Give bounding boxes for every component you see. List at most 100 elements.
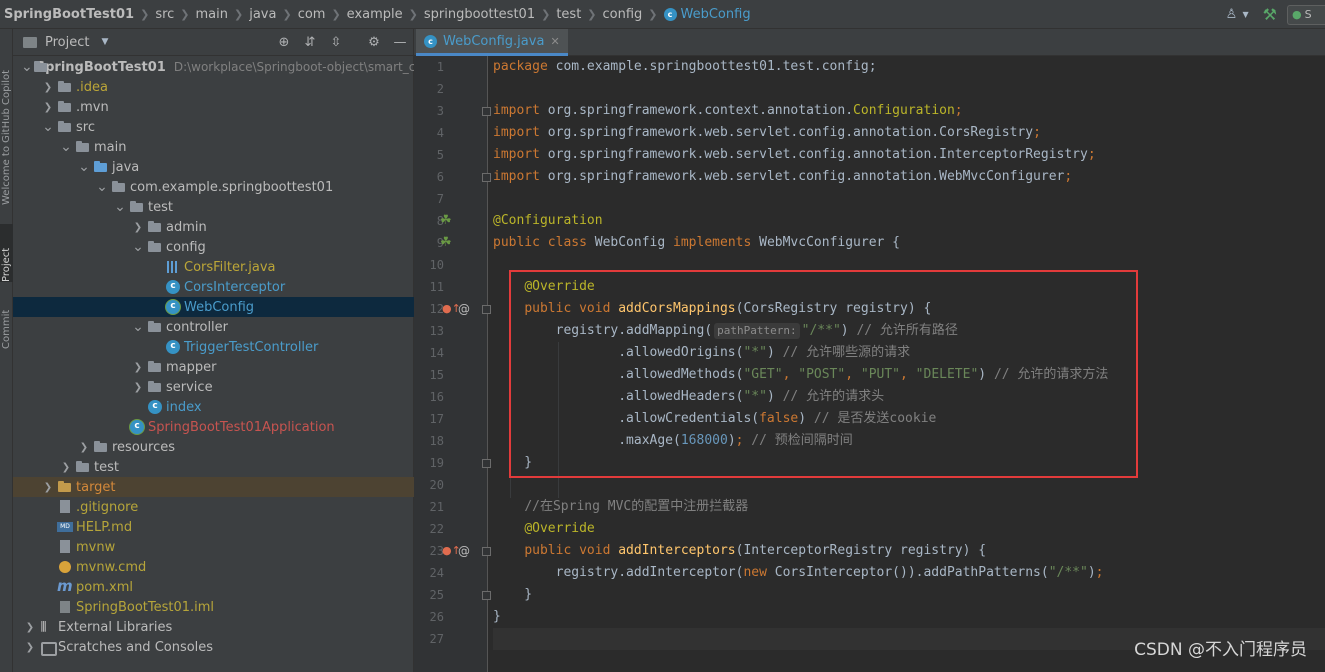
tree-item[interactable]: ❯ admin [13, 217, 414, 237]
run-configuration-select[interactable]: ● S [1287, 4, 1325, 25]
package-icon [129, 199, 145, 215]
code-token: package [493, 59, 556, 74]
chevron-right-icon[interactable]: ❯ [57, 462, 75, 473]
tree-item[interactable]: ⌄ controller [13, 317, 414, 337]
tree-item[interactable]: ❯ .mvn [13, 97, 414, 117]
chevron-down-icon[interactable]: ⌄ [57, 140, 75, 154]
breadcrumb-item[interactable]: main ❯ [196, 7, 250, 22]
tree-item[interactable]: ❯ .idea [13, 77, 414, 97]
fold-marker-icon[interactable] [482, 547, 491, 556]
project-panel-title[interactable]: Project [45, 35, 89, 50]
tree-item[interactable]: ❯WebConfig [13, 297, 414, 317]
code-line: import org.springframework.context.annot… [493, 100, 1325, 122]
locate-target-icon[interactable]: ⊕ [271, 35, 297, 50]
chevron-down-icon[interactable]: ⌄ [75, 160, 93, 174]
tree-item[interactable]: ❯ service [13, 377, 414, 397]
tree-item-label: .mvn [76, 99, 109, 115]
code-token: } [493, 587, 533, 602]
tree-item[interactable]: ⌄ config [13, 237, 414, 257]
fold-marker-icon[interactable] [482, 459, 491, 468]
tree-item[interactable]: ❯ External Libraries [13, 617, 414, 637]
file-icon [57, 499, 73, 515]
chevron-right-icon[interactable]: ❯ [21, 642, 39, 653]
chevron-right-icon[interactable]: ❯ [129, 382, 147, 393]
tree-item[interactable]: ❯mvnw.cmd [13, 557, 414, 577]
tree-item[interactable]: ❯ target [13, 477, 414, 497]
tree-item[interactable]: ⌄ com.example.springboottest01 [13, 177, 414, 197]
breadcrumb-item[interactable]: config ❯ [603, 7, 664, 22]
copilot-tool-button[interactable]: Welcome to GitHub Copilot [0, 37, 13, 205]
tree-item[interactable]: ❯ test [13, 457, 414, 477]
tree-item[interactable]: ❯.gitignore [13, 497, 414, 517]
gear-icon[interactable]: ⚙ [361, 35, 387, 50]
chevron-right-icon[interactable]: ❯ [75, 442, 93, 453]
tree-item[interactable]: ❯CorsInterceptor [13, 277, 414, 297]
breadcrumb-item[interactable]: src ❯ [155, 7, 195, 22]
annotation-icon[interactable]: @ [458, 298, 470, 320]
tree-item[interactable]: ⌄ main [13, 137, 414, 157]
breadcrumb-label: src [155, 6, 175, 22]
code-line: @Configuration [493, 210, 1325, 232]
fold-marker-icon[interactable] [482, 305, 491, 314]
code-token: ; [1095, 565, 1104, 580]
breadcrumb-item[interactable]: springboottest01 ❯ [424, 7, 556, 22]
tree-item[interactable]: ❯TriggerTestController [13, 337, 414, 357]
chevron-down-icon[interactable]: ▼ [101, 37, 108, 47]
tree-item[interactable]: ❯mvnw [13, 537, 414, 557]
commit-tool-button[interactable]: Commit [0, 297, 13, 349]
chevron-down-icon[interactable]: ⌄ [129, 240, 147, 254]
package-icon [147, 359, 163, 375]
chevron-right-icon[interactable]: ❯ [129, 222, 147, 233]
code-line: } [493, 584, 1325, 606]
breadcrumb-item[interactable]: example ❯ [347, 7, 424, 22]
tree-item[interactable]: ❯HELP.md [13, 517, 414, 537]
chevron-down-icon[interactable]: ▼ [1243, 10, 1249, 19]
breadcrumb-label: com [297, 6, 326, 22]
tab-webconfig[interactable]: c WebConfig.java ✕ [416, 29, 568, 56]
tree-item[interactable]: ⌄ java [13, 157, 414, 177]
tree-item[interactable]: ❯SpringBootTest01.iml [13, 597, 414, 617]
tree-item-label: service [166, 379, 213, 395]
chevron-right-icon[interactable]: ❯ [39, 82, 57, 93]
chevron-right-icon[interactable]: ❯ [21, 622, 39, 633]
tree-item[interactable]: ❯ Scratches and Consoles [13, 637, 414, 657]
build-hammer-icon[interactable]: ⚒ [1263, 5, 1277, 24]
fold-marker-icon[interactable] [482, 107, 491, 116]
tree-item[interactable]: ❯CorsFilter.java [13, 257, 414, 277]
chevron-down-icon[interactable]: ⌄ [39, 120, 57, 134]
breadcrumb-current-class[interactable]: c WebConfig [663, 7, 751, 22]
user-icon[interactable]: ♙ [1221, 7, 1243, 22]
breadcrumb-item[interactable]: test ❯ [556, 7, 602, 22]
tree-item-label: pom.xml [76, 579, 133, 595]
spring-bean-icon[interactable]: ☘ [440, 232, 452, 254]
breadcrumb-item[interactable]: com ❯ [298, 7, 347, 22]
breadcrumb-item[interactable]: SpringBootTest01 ❯ [4, 7, 155, 22]
fold-marker-icon[interactable] [482, 591, 491, 600]
close-icon[interactable]: ✕ [550, 35, 559, 48]
code-line: package com.example.springboottest01.tes… [493, 56, 1325, 78]
tree-item[interactable]: ❯ resources [13, 437, 414, 457]
chevron-down-icon[interactable]: ⌄ [93, 180, 111, 194]
project-tool-button[interactable]: Project [0, 224, 13, 282]
fold-marker-icon[interactable] [482, 173, 491, 182]
tree-item[interactable]: ❯pom.xml [13, 577, 414, 597]
tree-item[interactable]: ⌄ SpringBootTest01 D:\workplace\Springboot… [13, 57, 414, 77]
annotation-icon[interactable]: @ [458, 540, 470, 562]
minimize-icon[interactable]: — [387, 35, 413, 50]
chevron-down-icon[interactable]: ⌄ [129, 320, 147, 334]
tree-item[interactable]: ⌄ test [13, 197, 414, 217]
chevron-right-icon[interactable]: ❯ [39, 102, 57, 113]
tree-item[interactable]: ⌄ src [13, 117, 414, 137]
expand-all-icon[interactable]: ⇵ [297, 35, 323, 50]
tree-item[interactable]: ❯SpringBootTest01Application [13, 417, 414, 437]
chevron-right-icon[interactable]: ❯ [129, 362, 147, 373]
chevron-down-icon[interactable]: ⌄ [21, 60, 33, 74]
breadcrumb-item[interactable]: java ❯ [249, 7, 297, 22]
tree-item[interactable]: ❯ mapper [13, 357, 414, 377]
chevron-right-icon[interactable]: ❯ [39, 482, 57, 493]
spring-bean-icon[interactable]: ☘ [440, 210, 452, 232]
tree-item[interactable]: ❯index [13, 397, 414, 417]
chevron-down-icon[interactable]: ⌄ [111, 200, 129, 214]
collapse-all-icon[interactable]: ⇳ [323, 35, 349, 50]
line-number: 7 [436, 192, 444, 206]
